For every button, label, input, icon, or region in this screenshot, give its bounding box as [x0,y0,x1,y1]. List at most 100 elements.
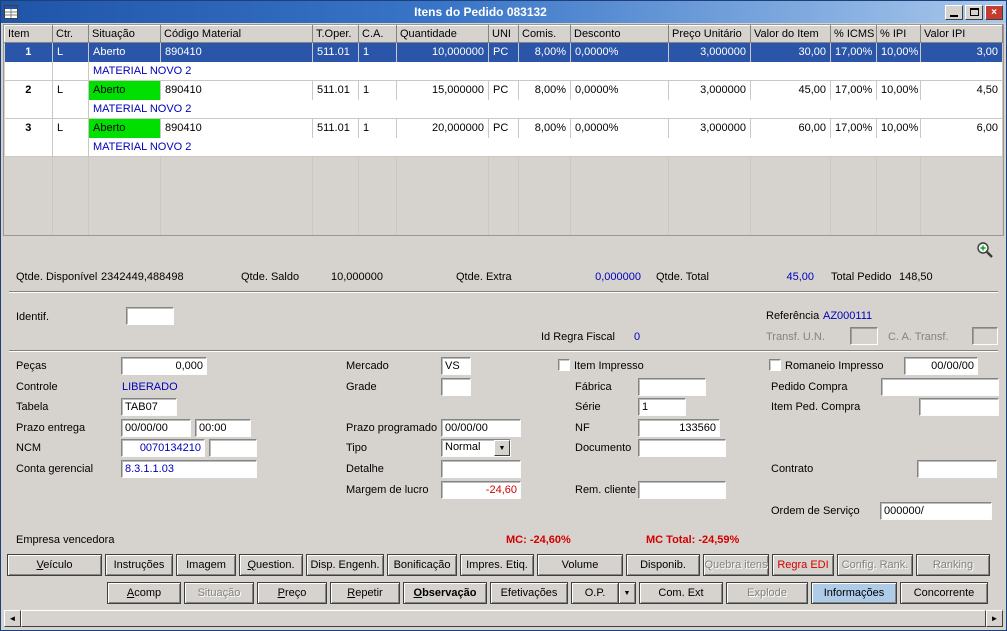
op-dropdown-icon[interactable]: ▼ [619,582,636,604]
item-ped-compra-field[interactable] [919,398,999,416]
cell-situacao: Aberto [89,43,161,62]
com-ext-button[interactable]: Com. Ext [639,582,723,604]
detalhe-field[interactable] [441,460,521,478]
zoom-magnifier-icon[interactable] [976,241,994,259]
rem-cliente-field[interactable] [638,481,726,499]
margem-lucro-field[interactable] [441,481,521,499]
ncm-field[interactable] [121,439,205,457]
col-header-ca[interactable]: C.A. [359,26,397,43]
qtde-total-label: Qtde. Total [656,271,709,283]
col-header-quantidade[interactable]: Quantidade [397,26,489,43]
ncm2-field[interactable] [209,439,257,457]
tabela-field[interactable] [121,398,177,416]
observacao-button[interactable]: Observação [403,582,487,604]
cell-descricao: MATERIAL NOVO 2 [89,138,1003,157]
cell-ca: 1 [359,43,397,62]
table-subrow[interactable]: MATERIAL NOVO 2 [5,62,1003,81]
preco-button[interactable]: Preço [257,582,327,604]
config-rank-button: Config. Rank. [837,554,913,576]
nf-field[interactable] [638,419,720,437]
concorrente-button[interactable]: Concorrente [900,582,988,604]
repetir-button[interactable]: Repetir [330,582,400,604]
informacoes-button[interactable]: Informações [811,582,897,604]
col-header-situacao[interactable]: Situação [89,26,161,43]
table-row[interactable]: 1 L Aberto 890410 511.01 1 10,000000 PC … [5,43,1003,62]
col-header-item[interactable]: Item [5,26,53,43]
efetivacoes-button[interactable]: Efetivações [490,582,568,604]
ordem-servico-field[interactable] [880,502,992,520]
col-header-uni[interactable]: UNI [489,26,519,43]
serie-field[interactable] [638,398,686,416]
contrato-field[interactable] [917,460,997,478]
referencia-value: AZ000111 [823,310,872,322]
identif-field[interactable] [126,307,174,325]
grid-empty-area [5,157,1003,237]
col-header-preco-unitario[interactable]: Preço Unitário [669,26,751,43]
quebra-itens-button: Quebra itens [703,554,769,576]
col-header-desconto[interactable]: Desconto [571,26,669,43]
conta-gerencial-label: Conta gerencial [16,463,93,475]
op-button[interactable]: O.P. [571,582,619,604]
grade-field[interactable] [441,378,471,396]
scroll-right-icon[interactable]: ► [986,610,1003,627]
col-header-toper[interactable]: T.Oper. [313,26,359,43]
prazo-entrega-hora-field[interactable] [195,419,251,437]
acomp-button[interactable]: Acomp [107,582,181,604]
col-header-codigo-material[interactable]: Código Material [161,26,313,43]
titlebar[interactable]: Itens do Pedido 083132 × [1,1,1006,23]
cell-uni: PC [489,43,519,62]
fabrica-field[interactable] [638,378,706,396]
cell-ipi: 10,00% [877,119,921,138]
close-button[interactable]: × [985,5,1003,20]
pedido-compra-field[interactable] [881,378,999,396]
cell-desconto: 0,0000% [571,119,669,138]
cell-comis: 8,00% [519,43,571,62]
cell-preco-unitario: 3,000000 [669,119,751,138]
pecas-field[interactable] [121,357,207,375]
romaneio-data-field[interactable] [904,357,978,375]
veiculo-button[interactable]: Veículo [7,554,102,576]
pecas-label: Peças [16,360,47,372]
imagem-button[interactable]: Imagem [176,554,236,576]
bonificacao-button[interactable]: Bonificação [387,554,457,576]
volume-button[interactable]: Volume [537,554,623,576]
regra-edi-button[interactable]: Regra EDI [772,554,834,576]
close-icon: × [991,7,997,18]
prazo-entrega-data-field[interactable] [121,419,191,437]
table-row[interactable]: 2 L Aberto 890410 511.01 1 15,000000 PC … [5,81,1003,100]
button-row-1: Veículo Instruções Imagem Question. Disp… [7,554,990,576]
tipo-dropdown[interactable]: Normal ▼ [441,439,511,457]
col-header-ipi[interactable]: % IPI [877,26,921,43]
instrucoes-button[interactable]: Instruções [105,554,173,576]
maximize-button[interactable] [965,5,983,20]
item-impresso-checkbox[interactable] [558,359,570,371]
disp-engenh-button[interactable]: Disp. Engenh. [306,554,384,576]
col-header-valor-ipi[interactable]: Valor IPI [921,26,1003,43]
scrollbar-thumb[interactable] [21,610,986,627]
table-subrow[interactable]: MATERIAL NOVO 2 [5,138,1003,157]
romaneio-impresso-checkbox[interactable] [769,359,781,371]
scroll-left-icon[interactable]: ◄ [4,610,21,627]
explode-button: Explode [726,582,808,604]
horizontal-scrollbar[interactable]: ◄ ► [4,610,1003,627]
cell-comis: 8,00% [519,81,571,100]
conta-gerencial-field[interactable] [121,460,257,478]
cell-ipi: 10,00% [877,81,921,100]
col-header-icms[interactable]: % ICMS [831,26,877,43]
table-row[interactable]: 3 L Aberto 890410 511.01 1 20,000000 PC … [5,119,1003,138]
col-header-comis[interactable]: Comis. [519,26,571,43]
col-header-valor-item[interactable]: Valor do Item [751,26,831,43]
documento-field[interactable] [638,439,726,457]
referencia-label: Referência [766,310,819,322]
col-header-ctr[interactable]: Ctr. [53,26,89,43]
minimize-button[interactable] [945,5,963,20]
question-button[interactable]: Question. [239,554,303,576]
cell-preco-unitario: 3,000000 [669,81,751,100]
mercado-field[interactable] [441,357,471,375]
disponib-button[interactable]: Disponib. [626,554,700,576]
chevron-down-icon[interactable]: ▼ [494,440,510,456]
table-subrow[interactable]: MATERIAL NOVO 2 [5,100,1003,119]
impres-etiq-button[interactable]: Impres. Etiq. [460,554,534,576]
prazo-programado-field[interactable] [441,419,521,437]
cell-toper: 511.01 [313,119,359,138]
